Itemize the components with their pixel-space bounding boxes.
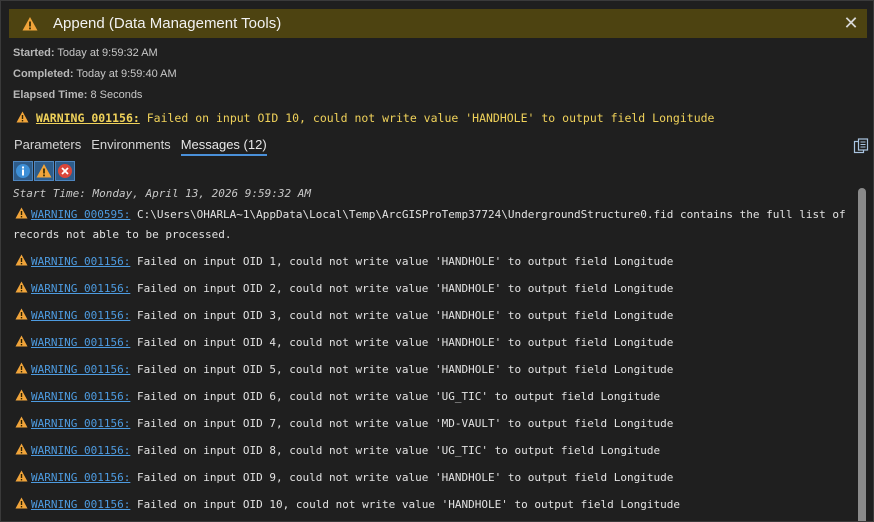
message-text: Failed on input OID 8, could not write v… <box>136 444 661 457</box>
warning-code-link[interactable]: WARNING 001156: <box>31 255 130 268</box>
message-filter-bar <box>13 161 75 181</box>
warning-code-link[interactable]: WARNING 001156: <box>31 471 130 484</box>
message-row: WARNING 001156: Failed on input OID 4, c… <box>13 333 851 353</box>
message-text: Failed on input OID 1, could not write v… <box>136 255 674 268</box>
error-filter-button[interactable] <box>55 161 75 181</box>
warning-icon <box>15 308 28 320</box>
warning-filter-button[interactable] <box>34 161 54 181</box>
message-text: Failed on input OID 2, could not write v… <box>136 282 674 295</box>
message-row: WARNING 001156: Failed on input OID 5, c… <box>13 360 851 380</box>
tab-messages[interactable]: Messages (12) <box>180 137 267 156</box>
copy-icon[interactable] <box>853 138 869 154</box>
started-label: Started: <box>13 47 55 59</box>
warning-icon <box>15 443 28 455</box>
message-text: Failed on input OID 7, could not write v… <box>136 417 674 430</box>
message-text: Failed on input OID 6, could not write v… <box>136 390 661 403</box>
elapsed-label: Elapsed Time: <box>13 89 88 101</box>
warning-icon <box>16 111 29 123</box>
warning-code-link[interactable]: WARNING 001156: <box>31 390 130 403</box>
message-row: WARNING 001156: Failed on input OID 9, c… <box>13 468 851 488</box>
start-time-text: Start Time: Monday, April 13, 2026 9:59:… <box>13 187 312 200</box>
message-text: Failed on input OID 9, could not write v… <box>136 471 674 484</box>
warning-icon <box>22 16 38 30</box>
dialog-title: Append (Data Management Tools) <box>53 15 282 32</box>
summary-warning: WARNING 001156: Failed on input OID 10, … <box>16 111 714 125</box>
warning-icon <box>15 281 28 293</box>
error-icon <box>58 164 72 178</box>
completed-value: Today at 9:59:40 AM <box>76 68 177 80</box>
warning-code-link[interactable]: WARNING 001156: <box>31 282 130 295</box>
started-row: Started: Today at 9:59:32 AM <box>13 47 158 59</box>
warning-code-link[interactable]: WARNING 001156: <box>31 444 130 457</box>
warning-icon <box>15 362 28 374</box>
tab-environments[interactable]: Environments <box>91 137 170 156</box>
elapsed-row: Elapsed Time: 8 Seconds <box>13 89 142 101</box>
tab-parameters[interactable]: Parameters <box>14 137 81 156</box>
summary-warning-code[interactable]: WARNING 001156: <box>36 111 140 125</box>
message-text: Failed on input OID 4, could not write v… <box>136 336 674 349</box>
info-filter-button[interactable] <box>13 161 33 181</box>
warning-icon <box>15 470 28 482</box>
info-icon <box>16 164 30 178</box>
message-row: WARNING 001156: Failed on input OID 6, c… <box>13 387 851 407</box>
warning-icon <box>15 207 28 219</box>
message-row: WARNING 001156: Failed on input OID 3, c… <box>13 306 851 326</box>
elapsed-value: 8 Seconds <box>90 89 143 101</box>
summary-warning-text: Failed on input OID 10, could not write … <box>146 111 715 125</box>
warning-icon <box>15 254 28 266</box>
message-row: WARNING 001156: Failed on input OID 7, c… <box>13 414 851 434</box>
warning-icon <box>15 416 28 428</box>
messages-list: Start Time: Monday, April 13, 2026 9:59:… <box>13 185 851 515</box>
warning-code-link[interactable]: WARNING 001156: <box>31 336 130 349</box>
warning-code-link[interactable]: WARNING 001156: <box>31 417 130 430</box>
message-text: C:\Users\OHARLA~1\AppData\Local\Temp\Arc… <box>13 208 846 241</box>
message-row: WARNING 001156: Failed on input OID 10, … <box>13 495 851 515</box>
messages-scrollbar[interactable] <box>858 188 866 521</box>
message-text: Failed on input OID 3, could not write v… <box>136 309 674 322</box>
completed-row: Completed: Today at 9:59:40 AM <box>13 68 177 80</box>
warning-icon <box>36 164 52 178</box>
completed-label: Completed: <box>13 68 74 80</box>
started-value: Today at 9:59:32 AM <box>57 47 158 59</box>
warning-icon <box>15 389 28 401</box>
close-button[interactable]: ✕ <box>841 13 861 33</box>
warning-code-link[interactable]: WARNING 001156: <box>31 498 130 511</box>
message-text: Failed on input OID 5, could not write v… <box>136 363 674 376</box>
warning-code-link[interactable]: WARNING 001156: <box>31 363 130 376</box>
warning-code-link[interactable]: WARNING 000595: <box>31 208 130 221</box>
message-row: WARNING 001156: Failed on input OID 2, c… <box>13 279 851 299</box>
tab-bar: Parameters Environments Messages (12) <box>14 137 267 156</box>
message-row: WARNING 001156: Failed on input OID 8, c… <box>13 441 851 461</box>
append-tool-dialog: Append (Data Management Tools) ✕ Started… <box>0 0 874 522</box>
warning-code-link[interactable]: WARNING 001156: <box>31 309 130 322</box>
warning-icon <box>15 335 28 347</box>
message-row: WARNING 000595: C:\Users\OHARLA~1\AppDat… <box>13 205 851 245</box>
message-row: WARNING 001156: Failed on input OID 1, c… <box>13 252 851 272</box>
warning-icon <box>15 497 28 509</box>
title-bar: Append (Data Management Tools) ✕ <box>9 9 867 38</box>
message-text: Failed on input OID 10, could not write … <box>136 498 681 511</box>
